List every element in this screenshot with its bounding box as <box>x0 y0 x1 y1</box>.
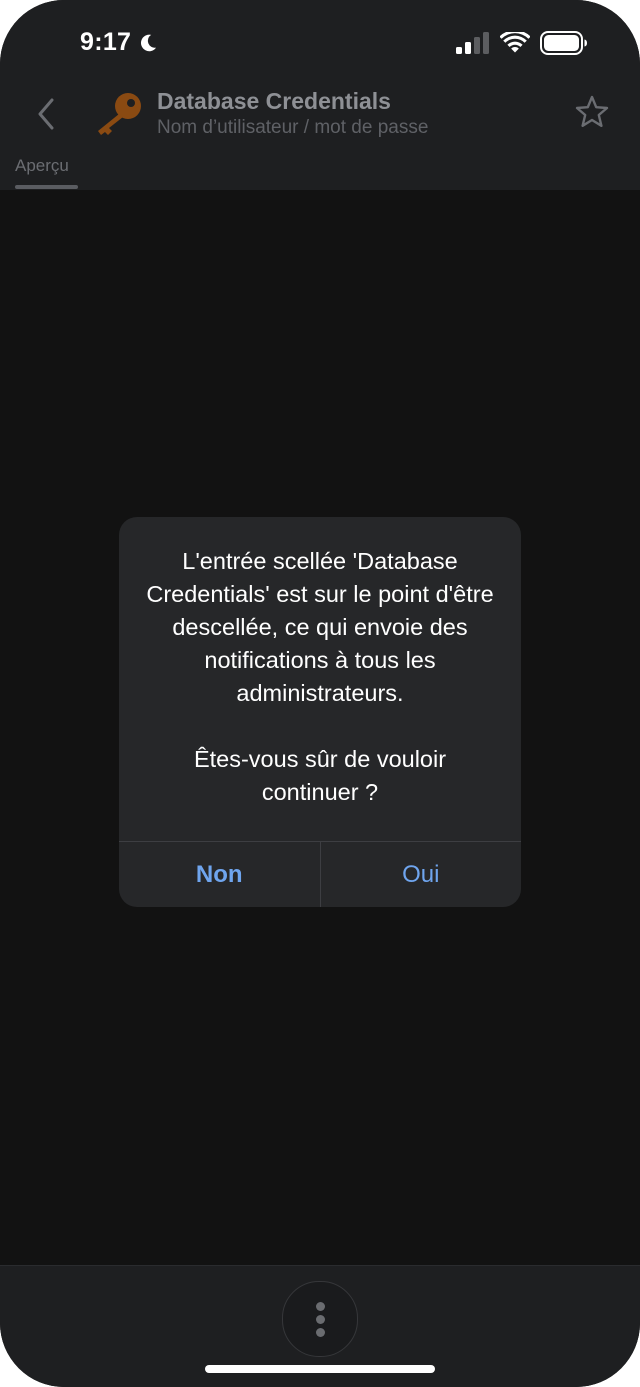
status-time-group: 9:17 <box>80 28 159 57</box>
key-icon <box>98 93 141 135</box>
unseal-confirmation-dialog: L'entrée scellée 'Database Credentials' … <box>119 517 521 907</box>
wifi-icon <box>500 32 530 53</box>
dialog-body: L'entrée scellée 'Database Credentials' … <box>143 545 497 809</box>
top-area: 9:17 Database Credentials Nom d’utilisat… <box>0 0 640 190</box>
more-vertical-icon-dot <box>316 1328 325 1337</box>
more-options-button[interactable] <box>282 1281 358 1357</box>
moon-icon <box>141 34 157 51</box>
page-subtitle: Nom d’utilisateur / mot de passe <box>157 117 429 138</box>
phone-screen: 9:17 Database Credentials Nom d’utilisat… <box>0 0 640 1387</box>
signal-icon <box>456 32 489 54</box>
status-time: 9:17 <box>80 28 132 56</box>
status-bar: 9:17 <box>0 0 640 80</box>
chevron-left-icon[interactable] <box>30 94 64 134</box>
home-indicator[interactable] <box>205 1365 435 1373</box>
cancel-button[interactable]: Non <box>119 842 320 907</box>
status-icons <box>456 31 588 55</box>
page-title: Database Credentials <box>157 88 391 114</box>
header: Database Credentials Nom d’utilisateur /… <box>0 80 640 150</box>
tab-active-indicator <box>15 185 78 189</box>
dialog-question: Êtes-vous sûr de vouloir continuer ? <box>193 746 447 805</box>
battery-icon <box>540 31 587 55</box>
more-vertical-icon <box>316 1302 325 1311</box>
star-icon[interactable] <box>574 94 610 130</box>
dialog-buttons: Non Oui <box>119 842 521 907</box>
confirm-button[interactable]: Oui <box>321 842 522 907</box>
dialog-message: L'entrée scellée 'Database Credentials' … <box>146 548 494 706</box>
more-vertical-icon-dot <box>316 1315 325 1324</box>
tab-apercu[interactable]: Aperçu <box>15 156 69 176</box>
tab-bar: Aperçu <box>0 150 640 190</box>
